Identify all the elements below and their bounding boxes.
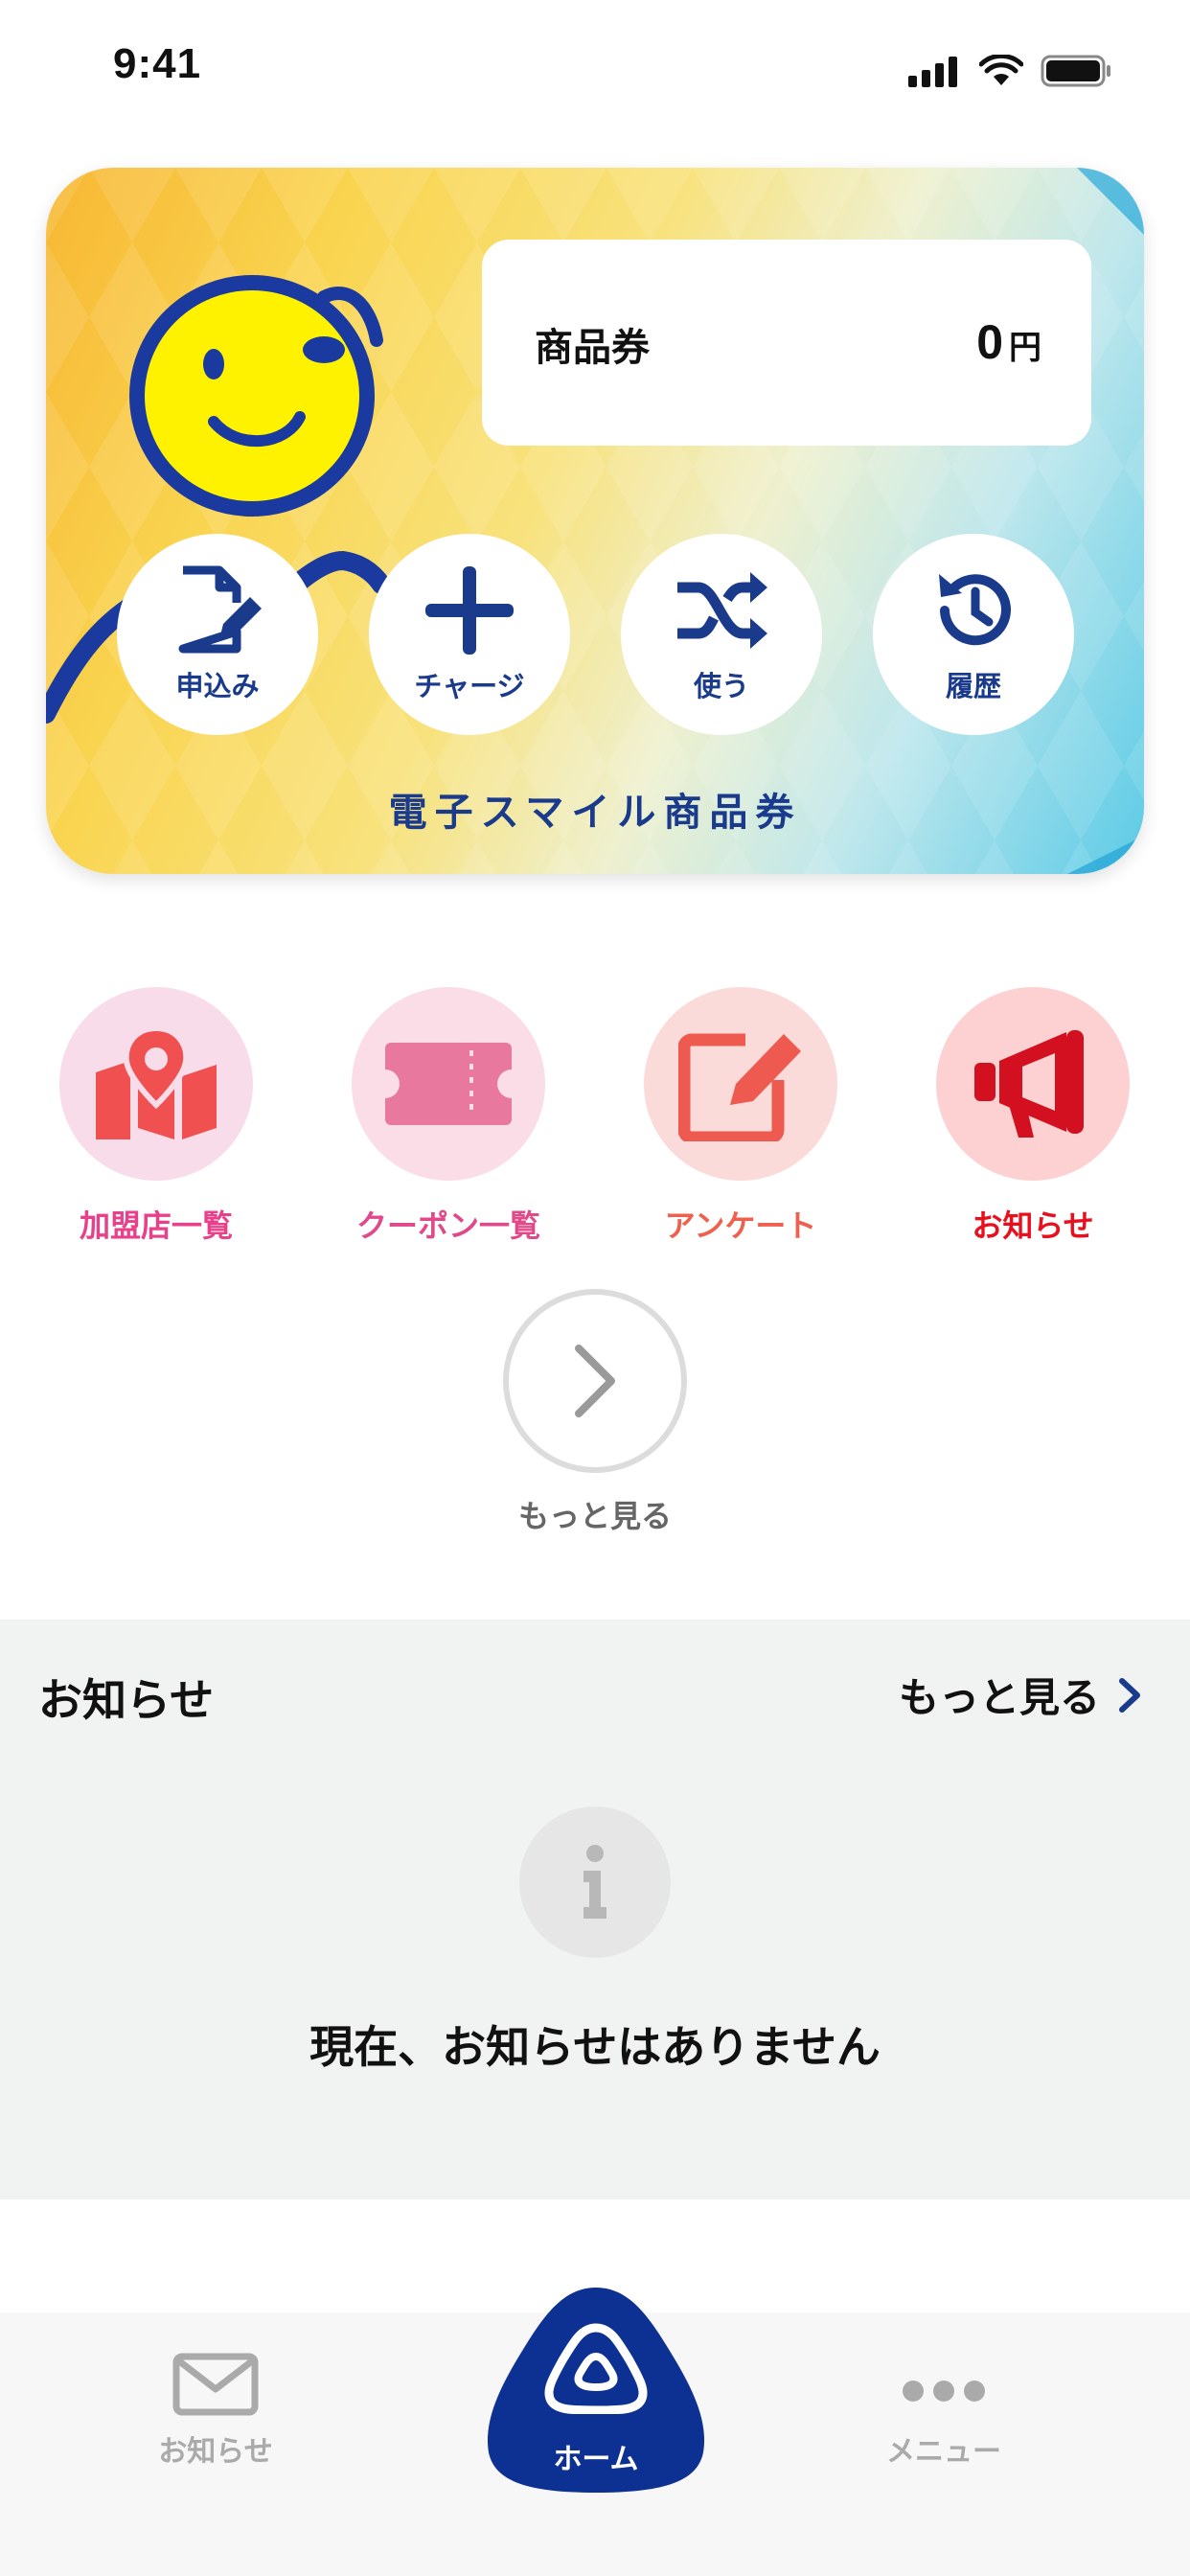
nav-menu-label: メニュー (886, 2435, 1001, 2469)
more-button[interactable] (503, 1289, 687, 1473)
chevron-right-icon (1119, 1677, 1140, 1713)
notices-section: お知らせ もっと見る 現在、お知らせはありません (0, 1620, 1190, 2199)
history-label: 履歴 (945, 670, 1001, 702)
home-logo-icon (544, 2323, 648, 2414)
shortcut-coupons-label: クーポン一覧 (355, 1208, 540, 1244)
balance-amount: 0 (976, 315, 1003, 369)
more-dots-icon (903, 2380, 985, 2402)
card-corner-decoration (1077, 168, 1144, 235)
battery-icon (1041, 55, 1110, 87)
status-time: 9:41 (113, 40, 202, 87)
nav-home-label: ホーム (553, 2443, 639, 2476)
edit-icon (678, 1033, 801, 1141)
more-section: もっと見る (0, 1289, 1190, 1536)
shortcut-survey-label: アンケート (664, 1208, 817, 1244)
shortcut-stores-label: 加盟店一覧 (79, 1208, 233, 1244)
card-title: 電子スマイル商品券 (388, 791, 802, 835)
charge-label: チャージ (414, 670, 525, 702)
balance-label: 商品券 (535, 326, 650, 370)
balance-unit: 円 (1009, 329, 1041, 367)
notices-more-label: もっと見る (898, 1674, 1100, 1721)
history-icon (939, 574, 1011, 646)
shuffle-icon (677, 572, 767, 649)
shortcut-stores[interactable]: 加盟店一覧 (12, 987, 300, 1246)
megaphone-icon (974, 1030, 1084, 1138)
shortcut-notices-circle (936, 987, 1130, 1181)
info-glyph-icon (584, 1845, 606, 1919)
nav-menu[interactable]: メニュー (829, 2353, 1059, 2470)
status-icons (908, 54, 1113, 88)
more-label: もっと見る (517, 1498, 672, 1534)
notices-title: お知らせ (38, 1674, 215, 1726)
balance-panel: 商品券 0 円 (482, 240, 1091, 446)
apply-button[interactable]: 申込み (117, 534, 318, 735)
shortcut-notices-label: お知らせ (972, 1208, 1094, 1244)
shortcut-survey[interactable]: アンケート (597, 987, 884, 1246)
shortcut-coupons[interactable]: クーポン一覧 (305, 987, 592, 1246)
wifi-icon (979, 55, 1023, 85)
shortcut-grid: 加盟店一覧 クーポン一覧 アンケート お知らせ (0, 987, 1190, 1246)
use-button[interactable]: 使う (621, 534, 822, 735)
shortcut-stores-circle (59, 987, 253, 1181)
plus-icon (425, 566, 514, 655)
info-icon (519, 1806, 671, 1958)
map-pin-icon (96, 1026, 217, 1139)
shortcut-coupons-circle (352, 987, 545, 1181)
shortcut-survey-circle (644, 987, 837, 1181)
apply-label: 申込み (175, 670, 260, 702)
card-actions: 申込み チャージ 使う 履歴 (117, 534, 1075, 735)
signal-icon (908, 57, 957, 87)
shortcut-notices[interactable]: お知らせ (889, 987, 1177, 1246)
charge-button[interactable]: チャージ (369, 534, 570, 735)
status-bar: 9:41 (0, 0, 1190, 144)
card-corner-decoration (1067, 836, 1144, 874)
gift-card: 商品券 0 円 申込み チャージ 使う 履歴 電子スマイル商品券 (46, 168, 1144, 874)
history-button[interactable]: 履歴 (873, 534, 1074, 735)
use-label: 使う (693, 670, 749, 702)
notices-more-link[interactable]: もっと見る (899, 1666, 1142, 1724)
nav-notices-label: お知らせ (158, 2435, 273, 2469)
nav-home[interactable]: ホーム (483, 2284, 709, 2496)
chevron-right-icon (575, 1345, 615, 1417)
mail-icon (172, 2353, 259, 2416)
ticket-icon (385, 1043, 512, 1125)
apply-document-icon (178, 565, 262, 654)
balance-value: 0 円 (976, 314, 1041, 370)
notices-empty-message: 現在、お知らせはありません (309, 2021, 881, 2073)
nav-notices[interactable]: お知らせ (101, 2353, 331, 2470)
